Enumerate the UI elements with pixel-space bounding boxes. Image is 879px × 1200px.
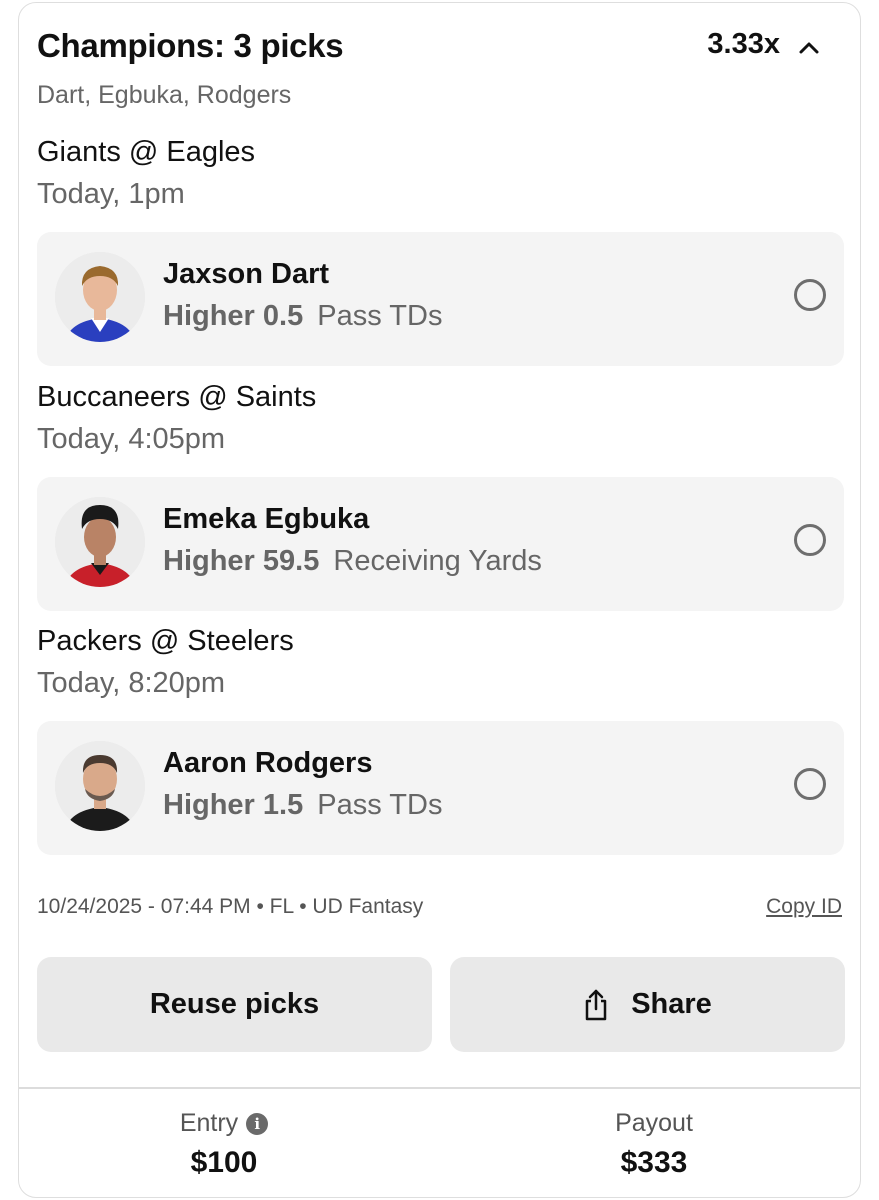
footer-divider	[19, 1087, 860, 1089]
pick-value: 0.5	[262, 300, 304, 332]
share-label: Share	[631, 988, 712, 1020]
pick-direction: Higher	[163, 789, 255, 821]
pick-stat: Pass TDs	[317, 789, 443, 821]
payout-amount: $333	[620, 1146, 688, 1179]
pick-line: Higher 1.5 Pass TDs	[163, 789, 442, 822]
pick-radio[interactable]	[794, 768, 826, 800]
reuse-picks-label: Reuse picks	[149, 988, 320, 1020]
player-headshot-icon	[55, 741, 145, 831]
chevron-up-icon[interactable]	[798, 37, 820, 59]
info-icon[interactable]: i	[246, 1112, 269, 1135]
matchup-title: Giants @ Eagles	[37, 136, 256, 168]
avatar	[55, 497, 145, 587]
game-time: Today, 4:05pm	[37, 423, 226, 455]
entry-title: Champions: 3 picks	[37, 27, 344, 64]
pick-direction: Higher	[163, 300, 255, 332]
entry-amount: $100	[190, 1146, 258, 1179]
player-headshot-icon	[55, 497, 145, 587]
pick-line: Higher 59.5 Receiving Yards	[163, 545, 542, 578]
entry-summary: Entry i $100	[19, 1109, 429, 1180]
entry-card: Champions: 3 picks 3.33x Dart, Egbuka, R…	[18, 2, 861, 1198]
pick-row[interactable]: Emeka Egbuka Higher 59.5 Receiving Yards	[37, 477, 844, 611]
entry-label: Entry	[179, 1109, 239, 1137]
player-headshot-icon	[55, 252, 145, 342]
pick-row[interactable]: Jaxson Dart Higher 0.5 Pass TDs	[37, 232, 844, 366]
pick-line: Higher 0.5 Pass TDs	[163, 300, 442, 333]
matchup-title: Buccaneers @ Saints	[37, 381, 317, 413]
game-time: Today, 1pm	[37, 178, 185, 210]
payout-label: Payout	[615, 1109, 693, 1137]
pick-radio[interactable]	[794, 524, 826, 556]
pick-radio[interactable]	[794, 279, 826, 311]
avatar	[55, 741, 145, 831]
player-name: Jaxson Dart	[163, 258, 330, 290]
reuse-picks-button[interactable]: Reuse picks	[37, 957, 432, 1052]
pick-stat: Pass TDs	[317, 300, 443, 332]
game-time: Today, 8:20pm	[37, 667, 226, 699]
share-icon	[585, 989, 607, 1020]
player-name: Aaron Rodgers	[163, 747, 373, 779]
pick-value: 1.5	[262, 789, 304, 821]
pick-row[interactable]: Aaron Rodgers Higher 1.5 Pass TDs	[37, 721, 844, 855]
entry-header[interactable]: Champions: 3 picks 3.33x	[37, 27, 842, 69]
players-summary: Dart, Egbuka, Rodgers	[37, 81, 292, 109]
pick-direction: Higher	[163, 545, 255, 577]
matchup-title: Packers @ Steelers	[37, 625, 294, 657]
avatar	[55, 252, 145, 342]
pick-stat: Receiving Yards	[333, 545, 542, 577]
payout-multiplier: 3.33x	[707, 28, 780, 60]
entry-meta: 10/24/2025 - 07:44 PM • FL • UD Fantasy	[37, 895, 424, 918]
player-name: Emeka Egbuka	[163, 503, 370, 535]
copy-id-link[interactable]: Copy ID	[766, 895, 842, 919]
pick-value: 59.5	[262, 545, 320, 577]
payout-summary: Payout $333	[449, 1109, 859, 1180]
share-button[interactable]: Share	[450, 957, 845, 1052]
